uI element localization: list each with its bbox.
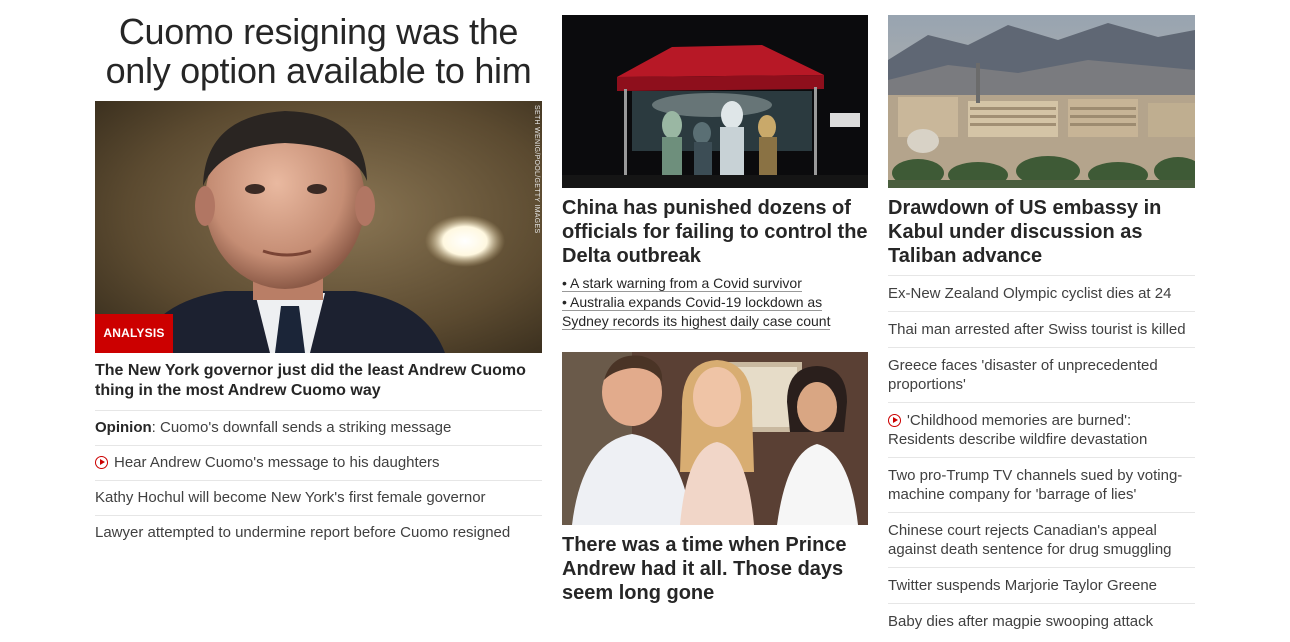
prince-andrew-photo bbox=[562, 352, 868, 525]
prince-andrew-headline[interactable]: There was a time when Prince Andrew had … bbox=[562, 533, 868, 605]
lead-subheadline[interactable]: The New York governor just did the least… bbox=[95, 361, 542, 401]
related-link-text: • Australia expands Covid-19 lockdown as… bbox=[562, 294, 831, 330]
lead-related-links: Opinion: Cuomo's downfall sends a striki… bbox=[95, 410, 542, 550]
play-circle-icon bbox=[95, 456, 108, 469]
related-link-covid-survivor[interactable]: • A stark warning from a Covid survivor bbox=[562, 274, 868, 293]
related-link-text: Lawyer attempted to undermine report bef… bbox=[95, 524, 511, 541]
lead-story: Cuomo resigning was the only option avai… bbox=[95, 12, 542, 550]
lead-image[interactable]: SETH WENIG/POOL/GETTY IMAGES ANALYSIS bbox=[95, 101, 542, 353]
photo-credit: SETH WENIG/POOL/GETTY IMAGES bbox=[533, 105, 540, 234]
related-link-video-daughters[interactable]: Hear Andrew Cuomo's message to his daugh… bbox=[95, 445, 542, 480]
middle-column: China has punished dozens of officials f… bbox=[562, 15, 868, 605]
china-headline[interactable]: China has punished dozens of officials f… bbox=[562, 196, 868, 268]
related-link-australia-lockdown[interactable]: • Australia expands Covid-19 lockdown as… bbox=[562, 293, 868, 331]
headline-link-text: Baby dies after magpie swooping attack bbox=[888, 613, 1154, 630]
related-link-opinion[interactable]: Opinion: Cuomo's downfall sends a striki… bbox=[95, 410, 542, 445]
headline-link[interactable]: Ex-New Zealand Olympic cyclist dies at 2… bbox=[888, 275, 1195, 311]
headline-link[interactable]: Thai man arrested after Swiss tourist is… bbox=[888, 311, 1195, 347]
headline-link-text: Greece faces 'disaster of unprecedented … bbox=[888, 357, 1158, 393]
kabul-embassy-image[interactable] bbox=[888, 15, 1195, 188]
headline-link-text: Twitter suspends Marjorie Taylor Greene bbox=[888, 577, 1158, 594]
headline-link-text: Ex-New Zealand Olympic cyclist dies at 2… bbox=[888, 285, 1172, 302]
headline-link[interactable]: Twitter suspends Marjorie Taylor Greene bbox=[888, 567, 1195, 603]
headline-link[interactable]: Greece faces 'disaster of unprecedented … bbox=[888, 347, 1195, 402]
kabul-headline[interactable]: Drawdown of US embassy in Kabul under di… bbox=[888, 196, 1195, 268]
headline-link-text: Chinese court rejects Canadian's appeal … bbox=[888, 522, 1172, 558]
headline-link[interactable]: Two pro-Trump TV channels sued by voting… bbox=[888, 457, 1195, 512]
headline-link-text: 'Childhood memories are burned': Residen… bbox=[888, 412, 1148, 448]
related-link-lawyer[interactable]: Lawyer attempted to undermine report bef… bbox=[95, 515, 542, 550]
related-link-text: • A stark warning from a Covid survivor bbox=[562, 275, 802, 292]
headline-link-video[interactable]: 'Childhood memories are burned': Residen… bbox=[888, 402, 1195, 457]
kabul-city-photo bbox=[888, 15, 1195, 188]
lead-headline[interactable]: Cuomo resigning was the only option avai… bbox=[95, 12, 542, 90]
play-circle-icon bbox=[888, 414, 901, 427]
china-story-image[interactable] bbox=[562, 15, 868, 188]
headline-link-text: Thai man arrested after Swiss tourist is… bbox=[888, 321, 1186, 338]
related-link-hochul[interactable]: Kathy Hochul will become New York's firs… bbox=[95, 480, 542, 515]
related-link-text: : Cuomo's downfall sends a striking mess… bbox=[151, 419, 452, 436]
china-related-links: • A stark warning from a Covid survivor … bbox=[562, 274, 868, 331]
headline-link[interactable]: Chinese court rejects Canadian's appeal … bbox=[888, 512, 1195, 567]
news-homepage-section: Cuomo resigning was the only option avai… bbox=[0, 0, 1290, 642]
related-link-text: Kathy Hochul will become New York's firs… bbox=[95, 489, 486, 506]
prince-andrew-image[interactable] bbox=[562, 352, 868, 525]
headline-link[interactable]: Baby dies after magpie swooping attack bbox=[888, 603, 1195, 639]
opinion-label: Opinion bbox=[95, 419, 152, 436]
testing-tent-photo bbox=[562, 15, 868, 188]
related-link-text: Hear Andrew Cuomo's message to his daugh… bbox=[114, 454, 440, 471]
headline-link-text: Two pro-Trump TV channels sued by voting… bbox=[888, 467, 1183, 503]
analysis-badge: ANALYSIS bbox=[95, 314, 173, 353]
right-column: Drawdown of US embassy in Kabul under di… bbox=[888, 15, 1195, 639]
right-headline-list: Ex-New Zealand Olympic cyclist dies at 2… bbox=[888, 275, 1195, 639]
